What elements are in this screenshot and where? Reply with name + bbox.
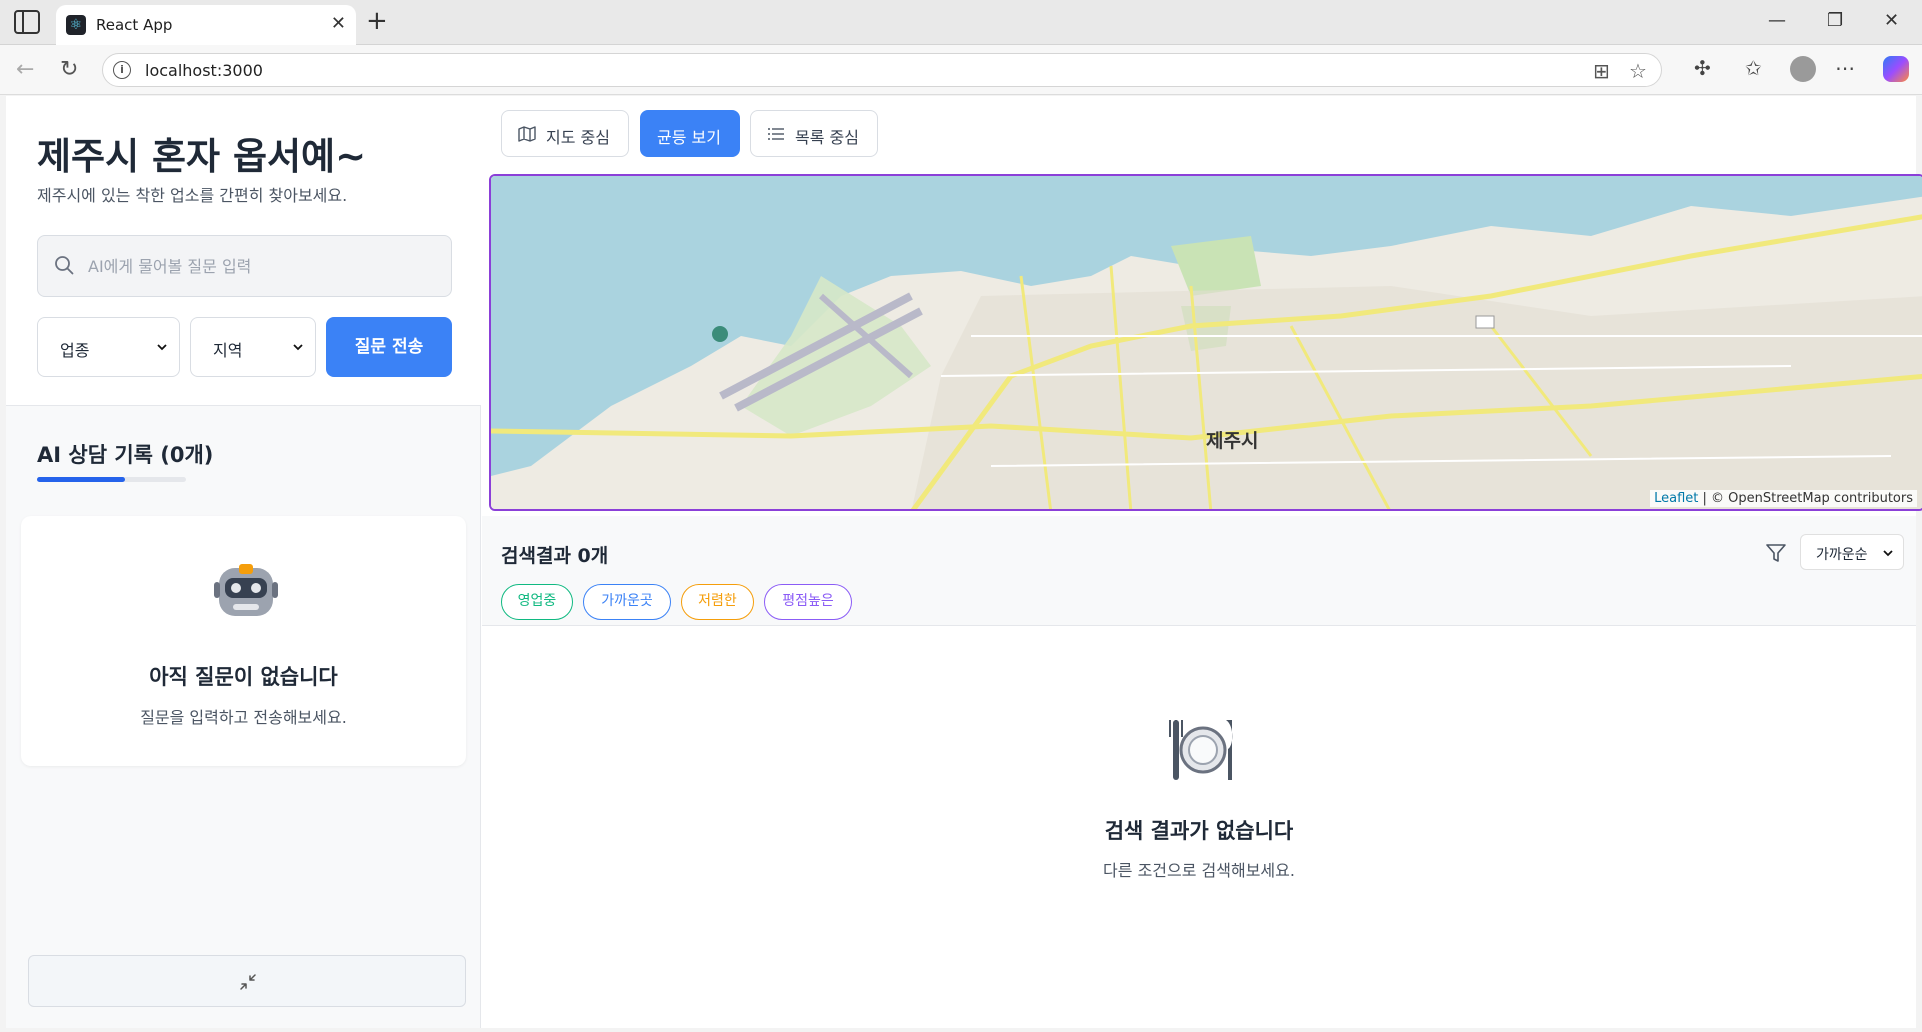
- sort-select[interactable]: 가까운순: [1800, 534, 1904, 570]
- category-select[interactable]: 업종: [37, 317, 180, 377]
- tab-title: React App: [96, 16, 173, 34]
- view-button-map-label: 지도 중심: [546, 128, 610, 147]
- region-select[interactable]: 지역: [190, 317, 316, 377]
- search-box[interactable]: [37, 235, 452, 297]
- view-button-list[interactable]: 목록 중심: [750, 110, 878, 157]
- history-progress-bar: [37, 477, 186, 482]
- history-title: AI 상담 기록 (0개): [37, 443, 214, 467]
- new-tab-icon[interactable]: +: [366, 6, 388, 36]
- site-info-icon[interactable]: i: [113, 61, 131, 79]
- history-empty-title: 아직 질문이 없습니다: [149, 665, 338, 689]
- history-empty-card: 아직 질문이 없습니다 질문을 입력하고 전송해보세요.: [21, 516, 466, 766]
- main-content: 지도 중심 균등 보기 목록 중심 제주시 Leaflet | © OpenSt…: [482, 96, 1922, 1028]
- url-text: localhost:3000: [145, 61, 263, 80]
- window-close-icon[interactable]: ✕: [1884, 10, 1899, 31]
- collapse-button[interactable]: [28, 955, 466, 1007]
- chevron-down-icon: [157, 344, 167, 351]
- reload-icon[interactable]: ↻: [60, 57, 78, 82]
- history-progress-fill: [37, 477, 125, 482]
- browser-tab[interactable]: ⚛ React App ✕: [56, 5, 356, 45]
- browser-tab-bar: ⚛ React App ✕ + — ❐ ✕: [0, 0, 1922, 45]
- minimize-icon[interactable]: —: [1768, 10, 1786, 31]
- tab-actions-icon[interactable]: [14, 10, 40, 34]
- sidebar-header: 제주시 혼자 옵서예~ 제주시에 있는 착한 업소를 간편히 찾아보세요. 업종…: [6, 96, 481, 406]
- results-empty-state: 검색 결과가 없습니다 다른 조건으로 검색해보세요.: [482, 627, 1916, 1028]
- history-empty-subtitle: 질문을 입력하고 전송해보세요.: [140, 708, 347, 727]
- app-title: 제주시 혼자 옵서예~: [37, 135, 367, 178]
- favorites-icon[interactable]: ✩: [1745, 56, 1762, 80]
- tab-close-icon[interactable]: ✕: [331, 13, 346, 34]
- results-empty-title: 검색 결과가 없습니다: [1104, 819, 1294, 843]
- results-count-title: 검색결과 0개: [501, 545, 609, 567]
- filter-icon[interactable]: [1765, 542, 1787, 564]
- search-icon: [55, 256, 74, 275]
- profile-avatar-icon[interactable]: [1790, 56, 1816, 82]
- more-menu-icon[interactable]: ⋯: [1835, 56, 1855, 80]
- browser-address-bar: ← ↻ i localhost:3000 ⊞ ☆ ✣ ✩ ⋯: [0, 45, 1922, 95]
- chevron-down-icon: [1883, 550, 1893, 557]
- results-empty-subtitle: 다른 조건으로 검색해보세요.: [1103, 861, 1295, 880]
- extensions-icon[interactable]: ✣: [1694, 56, 1711, 80]
- question-input[interactable]: [88, 236, 438, 296]
- map-attribution: Leaflet | © OpenStreetMap contributors: [1650, 490, 1917, 507]
- view-button-list-label: 목록 중심: [795, 128, 859, 147]
- map-city-label: 제주시: [1206, 430, 1259, 452]
- category-select-label: 업종: [60, 341, 90, 360]
- region-select-label: 지역: [213, 341, 243, 360]
- view-button-balanced[interactable]: 균등 보기: [640, 110, 740, 157]
- chip-open-now[interactable]: 영업중: [501, 584, 573, 620]
- app-root: 제주시 혼자 옵서예~ 제주시에 있는 착한 업소를 간편히 찾아보세요. 업종…: [6, 96, 1922, 1028]
- view-button-balanced-label: 균등 보기: [657, 128, 721, 147]
- map-panel[interactable]: 제주시 Leaflet | © OpenStreetMap contributo…: [489, 174, 1922, 511]
- chevron-down-icon: [293, 344, 303, 351]
- view-button-map[interactable]: 지도 중심: [501, 110, 629, 157]
- chip-cheap[interactable]: 저렴한: [681, 584, 754, 620]
- sort-select-label: 가까운순: [1816, 547, 1868, 563]
- copilot-icon[interactable]: [1883, 56, 1909, 82]
- chip-nearby[interactable]: 가까운곳: [583, 584, 671, 620]
- collapse-arrows-icon: [240, 974, 256, 990]
- url-field[interactable]: i localhost:3000 ⊞ ☆: [102, 53, 1662, 87]
- list-icon: [768, 128, 784, 140]
- back-icon[interactable]: ←: [16, 57, 34, 82]
- results-header: 검색결과 0개 영업중 가까운곳 저렴한 평점높은 가까운순: [482, 516, 1916, 626]
- react-favicon-icon: ⚛: [66, 15, 86, 35]
- favorite-star-icon[interactable]: ☆: [1629, 59, 1647, 83]
- sidebar: 제주시 혼자 옵서예~ 제주시에 있는 착한 업소를 간편히 찾아보세요. 업종…: [6, 96, 481, 1028]
- map-icon: [518, 126, 536, 142]
- app-subtitle: 제주시에 있는 착한 업소를 간편히 찾아보세요.: [37, 186, 348, 205]
- restore-icon[interactable]: ❐: [1827, 10, 1843, 31]
- map-tiles[interactable]: [491, 176, 1922, 511]
- leaflet-attribution-link[interactable]: Leaflet: [1654, 491, 1698, 506]
- submit-question-button[interactable]: 질문 전송: [326, 317, 452, 377]
- osm-attribution-text: | © OpenStreetMap contributors: [1702, 491, 1914, 506]
- robot-icon: [214, 564, 278, 616]
- app-available-icon[interactable]: ⊞: [1593, 59, 1610, 83]
- chip-top-rated[interactable]: 평점높은: [764, 584, 852, 620]
- plate-cutlery-icon: [1169, 720, 1233, 780]
